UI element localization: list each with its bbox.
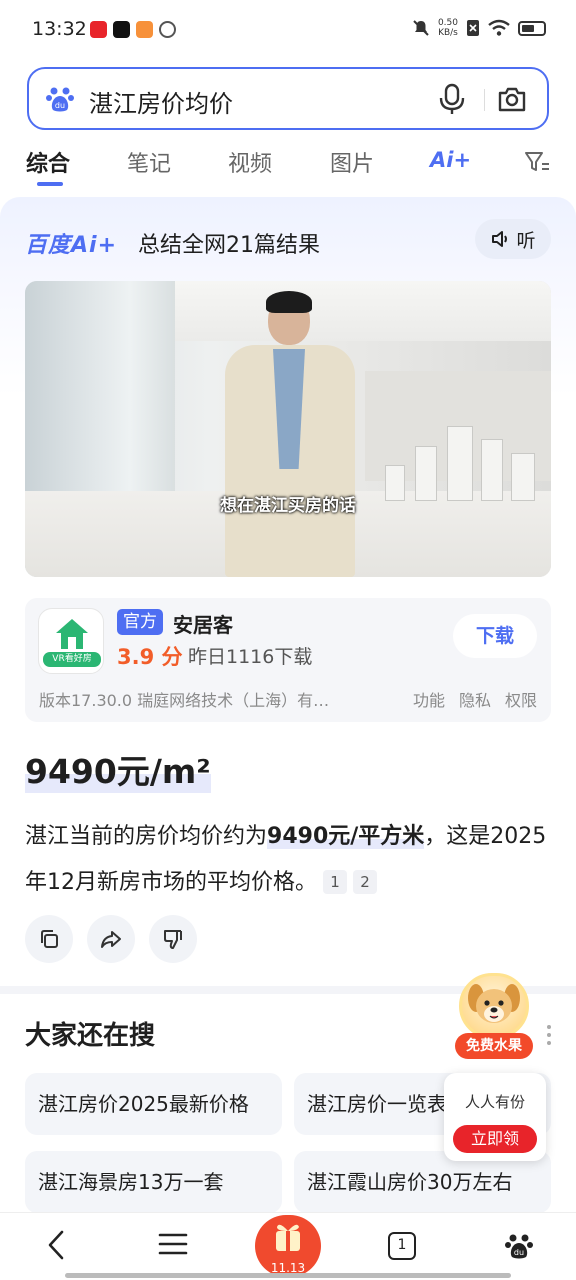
svg-text:du: du [55, 101, 65, 110]
home-indicator[interactable] [65, 1273, 511, 1278]
net-speed: 0.50 KB/s [437, 18, 458, 38]
presenter-hair [266, 291, 312, 313]
battery-icon [518, 20, 546, 36]
app-info-links: 功能 隐私 权限 [413, 687, 537, 711]
more-options-icon[interactable] [546, 1024, 552, 1046]
promo-tag[interactable]: 免费水果 [455, 1033, 533, 1059]
promo-claim-button[interactable]: 立即领 [453, 1125, 537, 1153]
status-time: 13:32 [32, 18, 87, 40]
related-searches-title: 大家还在搜 [25, 1021, 156, 1051]
baidu-home-icon[interactable]: du [504, 1231, 534, 1261]
listen-label: 听 [516, 229, 536, 252]
tab-notes[interactable]: 笔记 [127, 146, 171, 178]
filter-icon[interactable] [524, 150, 550, 174]
answer-actions [25, 915, 197, 963]
app-icon-band: VR看好房 [43, 652, 101, 667]
mute-icon [413, 20, 429, 36]
promo-text: 人人有份 [464, 1093, 525, 1111]
search-input[interactable]: 湛江房价均价 [89, 84, 233, 119]
share-icon [101, 931, 121, 948]
search-divider [484, 89, 485, 111]
menu-icon[interactable] [158, 1231, 188, 1257]
official-badge: 官方 [117, 609, 163, 635]
tabs-count-button[interactable]: 1 [388, 1232, 416, 1260]
tiktok-icon [113, 21, 130, 38]
gift-icon [276, 1224, 300, 1251]
baidu-paw-icon: du [46, 87, 74, 112]
active-tab-indicator [37, 182, 63, 186]
tab-images[interactable]: 图片 [330, 146, 374, 178]
answer-highlight: 9490元/平方米 [267, 824, 425, 849]
search-box[interactable]: du 湛江房价均价 [27, 67, 549, 130]
listen-button[interactable]: 听 [475, 219, 551, 259]
camera-icon[interactable] [497, 84, 527, 114]
app-features-link[interactable]: 功能 [413, 687, 445, 711]
citation-1[interactable]: 1 [323, 870, 347, 894]
video-ceiling-scene [175, 281, 551, 341]
related-search-item[interactable]: 湛江房价2025最新价格 [25, 1073, 282, 1135]
back-icon[interactable] [44, 1229, 68, 1261]
ai-summary-text: 总结全网21篇结果 [138, 233, 320, 258]
download-button[interactable]: 下载 [453, 614, 537, 658]
svg-text:du: du [514, 1248, 524, 1257]
video-thumbnail[interactable]: 想在湛江买房的话 [25, 281, 551, 577]
video-caption: 想在湛江买房的话 [220, 496, 356, 516]
baidu-ai-logo: 百度Ai+ [25, 233, 118, 258]
promo-popup: 人人有份 立即领 [444, 1073, 546, 1161]
building-model [375, 421, 551, 501]
app-meta: 版本17.30.0 瑞庭网络技术（上海）有… [39, 691, 330, 710]
tab-videos[interactable]: 视频 [228, 146, 272, 178]
link-icon [159, 21, 176, 38]
app-name: 安居客 [173, 613, 233, 637]
status-bar: 13:32 0.50 KB/s [0, 0, 576, 62]
status-app-icons [90, 21, 176, 38]
thumbs-down-icon [164, 930, 182, 949]
microphone-icon[interactable] [437, 83, 467, 115]
price-headline: 9490元/m² [25, 745, 211, 793]
app-permissions-link[interactable]: 权限 [505, 687, 537, 711]
search-tabs: 综合 笔记 视频 图片 Ai+ [0, 140, 576, 188]
house-icon [56, 619, 88, 649]
anjuke-app-icon: VR看好房 [38, 608, 104, 674]
copy-icon [41, 930, 58, 948]
copy-button[interactable] [25, 915, 73, 963]
dog-icon [468, 984, 520, 1023]
share-button[interactable] [87, 915, 135, 963]
citation-2[interactable]: 2 [353, 870, 377, 894]
wifi-icon [488, 19, 510, 36]
sim-icon [467, 20, 479, 36]
ai-summary-card: 百度Ai+ 总结全网21篇结果 听 想在湛江买房的话 VR看好房 官方 安居客 … [0, 197, 576, 987]
ai-answer-text: 湛江当前的房价均价约为9490元/平方米，这是2025年12月新房市场的平均价格… [25, 814, 555, 906]
app-download-card[interactable]: VR看好房 官方 安居客 3.9 分 昨日1116下载 下载 版本17.30.0… [25, 598, 551, 722]
tab-ai[interactable]: Ai+ [430, 148, 471, 172]
tab-general[interactable]: 综合 [26, 146, 70, 178]
speaker-icon [492, 231, 508, 247]
app-rating: 3.9 分 [117, 645, 183, 669]
related-search-item[interactable]: 湛江海景房13万一套 [25, 1151, 282, 1213]
notification-app-icon [90, 21, 107, 38]
notification-app-icon [136, 21, 153, 38]
app-downloads: 昨日1116下载 [188, 646, 313, 668]
app-privacy-link[interactable]: 隐私 [459, 687, 491, 711]
answer-prefix: 湛江当前的房价均价约为 [25, 824, 268, 849]
promo-dog-mascot[interactable] [459, 973, 529, 1039]
dislike-button[interactable] [149, 915, 197, 963]
center-activity-button[interactable]: 11.13 [255, 1215, 321, 1277]
bottom-nav: 11.13 1 du [0, 1212, 576, 1280]
